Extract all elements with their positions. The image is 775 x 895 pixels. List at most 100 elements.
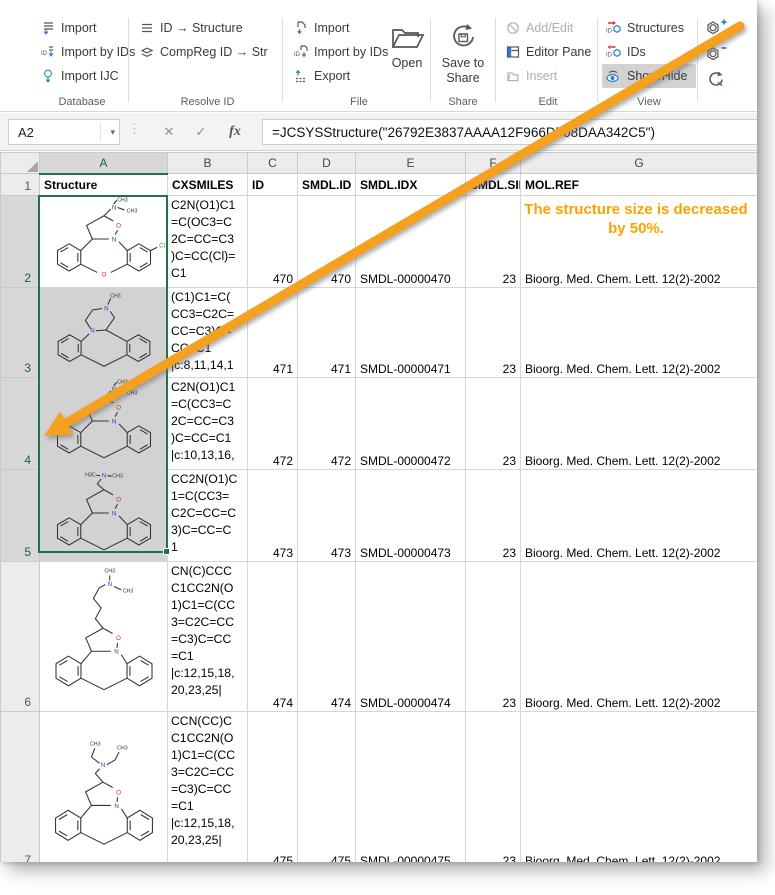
row-header-7[interactable]: 7 [1,712,40,863]
cell-D5[interactable]: 473 [298,470,356,562]
cell-C7[interactable]: 475 [248,712,298,863]
cell-F2[interactable]: 23 [466,196,521,288]
svg-text:CH3: CH3 [126,390,137,396]
cell-B4[interactable]: C2N(O1)C1 =C(CC3=C 2C=CC=C3 )C=CC=C1 |c:… [168,378,248,470]
cell-A4[interactable]: N O N CH3 CH3 [40,378,168,470]
svg-text:CH3: CH3 [89,741,100,747]
cell-G1[interactable]: MOL.REF [521,174,758,196]
increase-structure-size-button[interactable] [703,16,729,38]
cell-B6[interactable]: CN(C)CCC C1CC2N(O 1)C1=C(CC 3=C2C=CC =C3… [168,562,248,712]
cell-E4[interactable]: SMDL-00000472 [356,378,466,470]
name-box-divider [100,123,101,141]
open-button[interactable]: Open [385,18,429,71]
formula-input[interactable]: =JCSYSStructure("26792E3837AAAA12F966D70… [262,119,757,145]
cell-B5[interactable]: CC2N(O1)C 1=C(CC3= C2C=CC=C 3)C=CC=C 1 [168,470,248,562]
eye-icon [605,68,622,84]
cell-F1[interactable]: SMDL.SID [466,174,521,196]
import-rows-icon [39,20,56,36]
cell-F7[interactable]: 23 [466,712,521,863]
cell-F3[interactable]: 23 [466,288,521,378]
select-all-corner[interactable] [1,153,40,174]
ribbon-separator [697,18,698,102]
db-import-by-ids-button[interactable]: ID Import by IDs [36,40,128,64]
cell-D4[interactable]: 472 [298,378,356,470]
cell-F4[interactable]: 23 [466,378,521,470]
row-header-1[interactable]: 1 [1,174,40,196]
decrease-structure-size-button[interactable] [703,42,729,64]
insert-function-button[interactable]: fx [222,119,248,145]
column-header-B[interactable]: B [168,153,248,174]
import-ids-icon: ID [39,44,56,60]
db-import-ijc-button[interactable]: Import IJC [36,64,128,88]
cell-A1[interactable]: Structure [40,174,168,196]
id-to-structure-label: ID → Structure [160,21,243,35]
column-header-A[interactable]: A [40,153,168,174]
cell-G4[interactable]: Bioorg. Med. Chem. Lett. 12(2)-2002 [521,378,758,470]
cell-C5[interactable]: 473 [248,470,298,562]
cell-E5[interactable]: SMDL-00000473 [356,470,466,562]
cell-E1[interactable]: SMDL.IDX [356,174,466,196]
id-to-structure-button[interactable]: ID → Structure [135,16,280,40]
compreg-id-to-str-button[interactable]: CompReg ID → Str [135,40,280,64]
cell-C3[interactable]: 471 [248,288,298,378]
column-header-E[interactable]: E [356,153,466,174]
cell-A3[interactable]: N N CH3 [40,288,168,378]
cell-C6[interactable]: 474 [248,562,298,712]
row-header-5[interactable]: 5 [1,470,40,562]
cell-G6[interactable]: Bioorg. Med. Chem. Lett. 12(2)-2002 [521,562,758,712]
save-to-share-button[interactable]: Save to Share [434,18,492,86]
cell-G7[interactable]: Bioorg. Med. Chem. Lett. 12(2)-2002 [521,712,758,863]
row-header-4[interactable]: 4 [1,378,40,470]
cell-E7[interactable]: SMDL-00000475 [356,712,466,863]
cell-A6[interactable]: N O N CH3 CH3 [40,562,168,712]
cell-G3[interactable]: Bioorg. Med. Chem. Lett. 12(2)-2002 [521,288,758,378]
cell-B7[interactable]: CCN(CC)C C1CC2N(O 1)C1=C(CC 3=C2C=CC =C3… [168,712,248,863]
insert-button[interactable]: Insert [501,64,595,88]
cell-F6[interactable]: 23 [466,562,521,712]
cell-F5[interactable]: 23 [466,470,521,562]
row-header-3[interactable]: 3 [1,288,40,378]
cell-D1[interactable]: SMDL.ID [298,174,356,196]
cell-A5[interactable]: N O N H3C CH3 [40,470,168,562]
enter-button[interactable]: ✓ [188,119,214,145]
show-hide-button[interactable]: Show/Hide [602,64,696,88]
name-box[interactable]: A2 ▾ [8,119,120,145]
view-structures-button[interactable]: ID Structures [602,16,696,40]
db-import-button[interactable]: Import [36,16,128,40]
cell-B3[interactable]: (C1)C1=C( CC3=C2C= CC=C3)C= CC=C1 |c:8,1… [168,288,248,378]
cell-C1[interactable]: ID [248,174,298,196]
cell-G5[interactable]: Bioorg. Med. Chem. Lett. 12(2)-2002 [521,470,758,562]
name-box-dropdown-icon[interactable]: ▾ [110,127,115,138]
cell-D3[interactable]: 471 [298,288,356,378]
svg-text:CH3: CH3 [117,198,128,204]
editor-pane-button[interactable]: Editor Pane [501,40,595,64]
cell-B1[interactable]: CXSMILES [168,174,248,196]
cell-E2[interactable]: SMDL-00000470 [356,196,466,288]
cell-B2[interactable]: C2N(O1)C1 =C(OC3=C 2C=CC=C3 )C=CC(Cl)= C… [168,196,248,288]
cell-D6[interactable]: 474 [298,562,356,712]
group-label-view: View [602,96,696,108]
column-header-F[interactable]: F [466,153,521,174]
cell-E6[interactable]: SMDL-00000474 [356,562,466,712]
refresh-button[interactable] [703,68,729,90]
cell-C2[interactable]: 470 [248,196,298,288]
svg-text:N: N [90,327,94,334]
cell-D7[interactable]: 475 [298,712,356,863]
formula-text: =JCSYSStructure("26792E3837AAAA12F966D70… [272,125,655,140]
cell-A7[interactable]: N O N CH3 CH3 [40,712,168,863]
row-header-6[interactable]: 6 [1,562,40,712]
column-header-C[interactable]: C [248,153,298,174]
cancel-button[interactable]: ✕ [156,119,182,145]
add-edit-button[interactable]: Add/Edit [501,16,595,40]
column-header-G[interactable]: G [521,153,758,174]
cell-D2[interactable]: 470 [298,196,356,288]
cell-E3[interactable]: SMDL-00000471 [356,288,466,378]
molecule-structure-row4: N O N CH3 CH3 [42,378,166,464]
cell-A2[interactable]: O N O Cl N CH3 CH3 [40,196,168,288]
formula-bar-grip[interactable]: ⋮ [128,121,141,137]
cancel-icon: ✕ [164,124,175,140]
row-header-2[interactable]: 2 [1,196,40,288]
view-ids-button[interactable]: ID IDs [602,40,696,64]
column-header-D[interactable]: D [298,153,356,174]
cell-C4[interactable]: 472 [248,378,298,470]
